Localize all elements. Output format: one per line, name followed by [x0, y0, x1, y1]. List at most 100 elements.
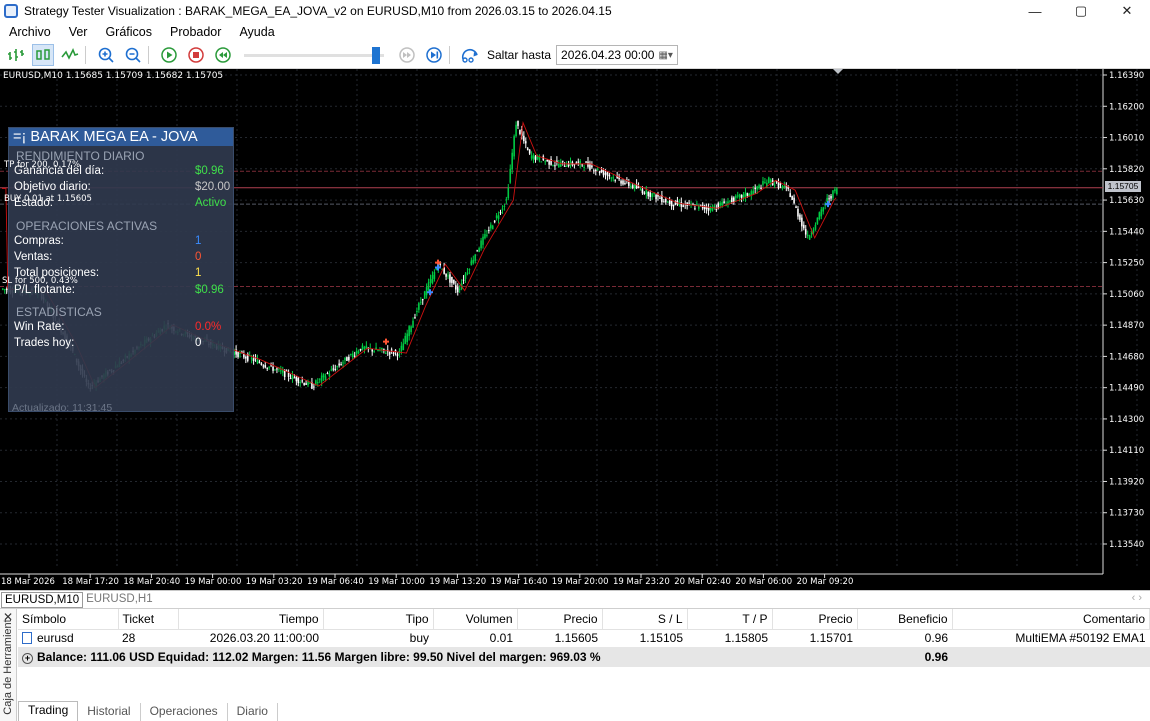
candle-body	[281, 370, 284, 373]
candle-body	[797, 208, 799, 217]
tab-operaciones[interactable]: Operaciones	[141, 703, 228, 721]
candle-body	[736, 195, 739, 197]
menu-probador[interactable]: Probador	[161, 25, 230, 39]
candle-body	[468, 269, 471, 271]
candle-body	[591, 165, 593, 168]
candle-body	[721, 202, 723, 206]
chart-tab-h1[interactable]: EURUSD,H1	[83, 592, 155, 608]
candle-body	[377, 350, 379, 352]
candle-body	[507, 187, 510, 199]
close-button[interactable]: ✕	[1104, 0, 1150, 22]
candle-body	[594, 169, 597, 171]
price-label: 1.14870	[1109, 321, 1144, 331]
candle-body	[834, 189, 836, 192]
candle-body	[699, 204, 702, 206]
price-chart[interactable]: 1.16390 1.16200 1.16010 1.15820 1.15630 1.154…	[0, 69, 1150, 590]
candles-icon[interactable]	[32, 44, 54, 66]
stop-icon[interactable]	[185, 44, 207, 66]
trade-marker	[383, 338, 389, 345]
candle-body	[754, 188, 756, 190]
chart-tab-m10[interactable]: EURUSD,M10	[1, 591, 84, 608]
price-label: 1.13540	[1109, 540, 1144, 550]
rewind-icon[interactable]	[212, 44, 234, 66]
menu-graficos[interactable]: Gráficos	[96, 25, 161, 39]
candle-body	[371, 349, 373, 352]
col-volume[interactable]: Volumen	[433, 609, 518, 630]
candle-body	[433, 271, 436, 279]
candle-body	[484, 234, 486, 239]
candle-body	[651, 193, 653, 197]
jump-date-picker[interactable]: 2026.04.23 00:00 ▦▾	[556, 45, 678, 65]
candle-body	[410, 326, 412, 333]
col-comment[interactable]: Comentario	[952, 609, 1150, 630]
candle-body	[418, 303, 420, 310]
col-tp[interactable]: T / P	[687, 609, 773, 630]
col-current-price[interactable]: Precio	[772, 609, 858, 630]
speed-slider-thumb[interactable]	[372, 47, 381, 64]
candle-body	[664, 199, 667, 203]
objetivo-value: $20.00	[195, 181, 231, 193]
price-label: 1.14300	[1109, 415, 1144, 425]
col-type[interactable]: Tipo	[323, 609, 434, 630]
candle-body	[278, 368, 280, 370]
line-chart-icon[interactable]	[59, 44, 81, 66]
candle-body	[554, 165, 556, 167]
candle-body	[252, 358, 255, 362]
tab-historial[interactable]: Historial	[78, 703, 141, 721]
candle-body	[713, 205, 716, 208]
candle-body	[447, 275, 449, 277]
candle-body	[501, 208, 504, 210]
col-price[interactable]: Precio	[517, 609, 603, 630]
menu-ayuda[interactable]: Ayuda	[230, 25, 283, 39]
candle-body	[758, 185, 760, 189]
candle-body	[519, 129, 521, 134]
candle-body	[355, 350, 358, 355]
maximize-button[interactable]: ▢	[1058, 0, 1104, 22]
price-label: 1.13730	[1109, 509, 1144, 519]
play-icon[interactable]	[158, 44, 180, 66]
candle-body	[563, 165, 566, 167]
candle-body	[637, 186, 640, 188]
candle-body	[476, 250, 478, 252]
col-ticket[interactable]: Ticket	[118, 609, 179, 630]
zoom-in-icon[interactable]	[95, 44, 117, 66]
col-profit[interactable]: Beneficio	[857, 609, 953, 630]
table-row[interactable]: eurusd 28 2026.03.20 11:00:00 buy 0.01 1…	[18, 629, 1150, 647]
candle-body	[478, 248, 480, 252]
candle-body	[336, 366, 338, 368]
zoom-out-icon[interactable]	[122, 44, 144, 66]
time-label: 19 Mar 23:20	[613, 577, 670, 587]
candle-body	[435, 268, 438, 270]
ventas-label: Ventas:	[14, 251, 53, 263]
candle-body	[385, 352, 387, 354]
calendar-icon[interactable]: ▦▾	[658, 50, 672, 61]
candle-body	[561, 160, 564, 162]
candle-body	[472, 259, 475, 264]
price-label: 1.15250	[1109, 259, 1144, 269]
candle-body	[674, 200, 677, 205]
candle-body	[631, 185, 634, 188]
candle-body	[524, 141, 527, 144]
expand-icon[interactable]: +	[22, 653, 33, 664]
candle-body	[363, 347, 366, 349]
step-forward-icon[interactable]	[423, 44, 445, 66]
menu-ver[interactable]: Ver	[60, 25, 97, 39]
jump-to-icon[interactable]	[459, 44, 481, 66]
candle-body	[445, 273, 447, 277]
candle-body	[301, 380, 304, 382]
col-sl[interactable]: S / L	[602, 609, 688, 630]
skip-forward-icon[interactable]	[396, 44, 418, 66]
col-time[interactable]: Tiempo	[178, 609, 324, 630]
candle-body	[680, 202, 683, 207]
minimize-button[interactable]: —	[1012, 0, 1058, 22]
tab-scroll-arrows[interactable]: ‹ ›	[1132, 592, 1142, 604]
candle-body	[608, 174, 611, 177]
col-symbol[interactable]: Símbolo	[18, 609, 119, 630]
candle-body	[351, 353, 354, 358]
bar-chart-icon[interactable]	[5, 44, 27, 66]
tab-diario[interactable]: Diario	[228, 703, 278, 721]
speed-slider[interactable]	[244, 44, 384, 66]
candle-body	[799, 214, 801, 220]
menu-archivo[interactable]: Archivo	[0, 25, 60, 39]
tab-trading[interactable]: Trading	[18, 701, 79, 721]
